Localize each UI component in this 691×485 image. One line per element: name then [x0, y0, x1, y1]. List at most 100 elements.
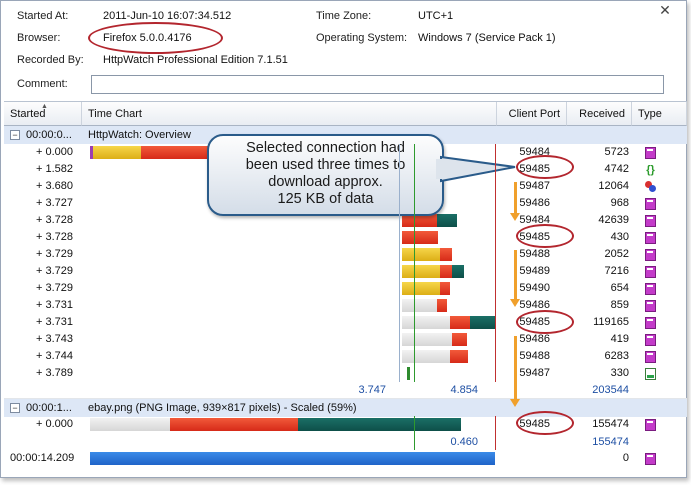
received-cell: 42639 — [598, 214, 629, 226]
column-header-client-port[interactable]: Client Port — [497, 102, 567, 126]
timing-bar-segment — [402, 316, 450, 329]
request-row[interactable]: + 3.729 59488 2052 — [4, 246, 687, 263]
green-image-icon — [645, 368, 656, 380]
timing-bar-segment — [402, 265, 440, 278]
timing-marker-line — [414, 144, 415, 382]
page-icon — [645, 453, 656, 465]
group-time: 00:00:1... — [26, 402, 72, 414]
client-port-cell: 59488 — [519, 248, 550, 260]
received-cell: 6283 — [604, 350, 629, 362]
image-icon — [645, 215, 656, 227]
started-cell: + 3.729 — [35, 265, 73, 277]
received-cell: 12064 — [598, 180, 629, 192]
started-cell: + 3.731 — [35, 316, 73, 328]
group-title: ebay.png (PNG Image, 939×817 pixels) - S… — [88, 402, 357, 414]
close-icon[interactable]: ✕ — [658, 3, 672, 17]
client-port-cell: 59486 — [519, 197, 550, 209]
collapse-icon[interactable]: − — [10, 130, 20, 140]
timing-bar-segment — [402, 282, 440, 295]
page-group-ebay-png[interactable]: − 00:00:1... ebay.png (PNG Image, 939×81… — [4, 399, 687, 417]
timing-bar-segment — [402, 299, 437, 312]
column-header-received[interactable]: Received — [567, 102, 632, 126]
column-client-port-label: Client Port — [508, 108, 560, 120]
received-cell: 7216 — [604, 265, 629, 277]
request-row[interactable]: + 3.731 59485 119165 — [4, 314, 687, 331]
timing-bar-segment — [402, 333, 452, 346]
collapse-icon[interactable]: − — [10, 403, 20, 413]
recorded-by-value: HttpWatch Professional Edition 7.1.51 — [103, 54, 288, 66]
started-cell: + 3.744 — [35, 350, 73, 362]
callout-line-4: 125 KB of data — [277, 191, 374, 207]
image-icon — [645, 283, 656, 295]
arrow-line — [514, 336, 517, 400]
received-total: 203544 — [592, 384, 629, 396]
load-time: 0.460 — [450, 436, 478, 448]
request-row[interactable]: + 3.728 59485 430 — [4, 229, 687, 246]
port-highlight-ellipse — [516, 224, 574, 248]
browser-label: Browser: — [17, 32, 61, 44]
column-time-chart-label: Time Chart — [88, 108, 142, 120]
received-cell: 119165 — [593, 316, 629, 328]
client-port-cell: 59487 — [519, 367, 550, 379]
comment-field[interactable] — [91, 75, 664, 94]
column-header-time-chart[interactable]: Time Chart — [82, 102, 497, 126]
request-row[interactable]: + 0.000 59485 155474 — [4, 416, 687, 433]
started-cell: + 0.000 — [35, 418, 73, 430]
css-icon — [645, 181, 656, 193]
timing-marker-line — [495, 144, 496, 382]
load-time-1: 3.747 — [358, 384, 386, 396]
started-cell: + 3.731 — [35, 299, 73, 311]
started-cell: + 3.729 — [35, 282, 73, 294]
time-zone-value: UTC+1 — [418, 10, 454, 22]
timing-bar-segment — [402, 231, 422, 244]
recorded-by-label: Recorded By: — [17, 54, 84, 66]
received-cell: 430 — [610, 231, 629, 243]
arrow-down-icon — [510, 213, 520, 221]
image-icon — [645, 266, 656, 278]
arrow-down-icon — [510, 299, 520, 307]
request-row[interactable]: + 3.729 59490 654 — [4, 280, 687, 297]
footer-row[interactable]: 00:00:14.209 0 — [4, 450, 687, 467]
received-cell: 859 — [610, 299, 629, 311]
request-row[interactable]: + 3.731 59486 859 — [4, 297, 687, 314]
arrow-line — [514, 182, 517, 214]
port-highlight-ellipse — [516, 411, 574, 435]
page-icon — [645, 147, 656, 159]
column-header-started[interactable]: ▲ Started — [4, 102, 82, 126]
httpwatch-window: ✕ Started At: 2011-Jun-10 16:07:34.512 T… — [0, 0, 687, 478]
received-total: 155474 — [592, 436, 629, 448]
client-port-cell: 59490 — [519, 282, 550, 294]
port-highlight-ellipse — [516, 155, 574, 179]
request-row[interactable]: + 3.744 59488 6283 — [4, 348, 687, 365]
received-cell: 419 — [610, 333, 629, 345]
image-icon — [645, 300, 656, 312]
timing-bar-segment — [450, 316, 470, 329]
group-time: 00:00:0... — [26, 129, 72, 141]
timing-bar-segment — [452, 333, 467, 346]
received-cell: 155474 — [592, 418, 629, 430]
image-icon — [645, 232, 656, 244]
image-icon — [645, 249, 656, 261]
timing-bar-segment — [450, 350, 468, 363]
timing-bar-segment — [90, 418, 170, 431]
request-row[interactable]: + 3.789 59487 330 — [4, 365, 687, 382]
started-at-value: 2011-Jun-10 16:07:34.512 — [103, 10, 232, 22]
request-row[interactable]: + 3.729 59489 7216 — [4, 263, 687, 280]
callout-pointer — [436, 155, 516, 183]
page-summary-row: 3.747 4.854 203544 — [4, 381, 687, 399]
browser-highlight-ellipse — [88, 22, 223, 54]
timing-bar-segment — [440, 265, 452, 278]
timing-bar-segment — [452, 265, 464, 278]
page-summary-row-2: 0.460 155474 — [4, 433, 687, 451]
started-cell: + 3.743 — [35, 333, 73, 345]
os-label: Operating System: — [316, 32, 408, 44]
image-icon — [645, 317, 656, 329]
client-port-cell: 59488 — [519, 350, 550, 362]
timing-bar-segment — [470, 316, 496, 329]
started-cell: + 1.582 — [35, 163, 73, 175]
request-row[interactable]: + 3.743 59486 419 — [4, 331, 687, 348]
image-icon — [645, 419, 656, 431]
column-header-type[interactable]: Type — [632, 102, 687, 126]
started-cell: + 3.728 — [35, 231, 73, 243]
timing-bar-segment — [402, 248, 440, 261]
